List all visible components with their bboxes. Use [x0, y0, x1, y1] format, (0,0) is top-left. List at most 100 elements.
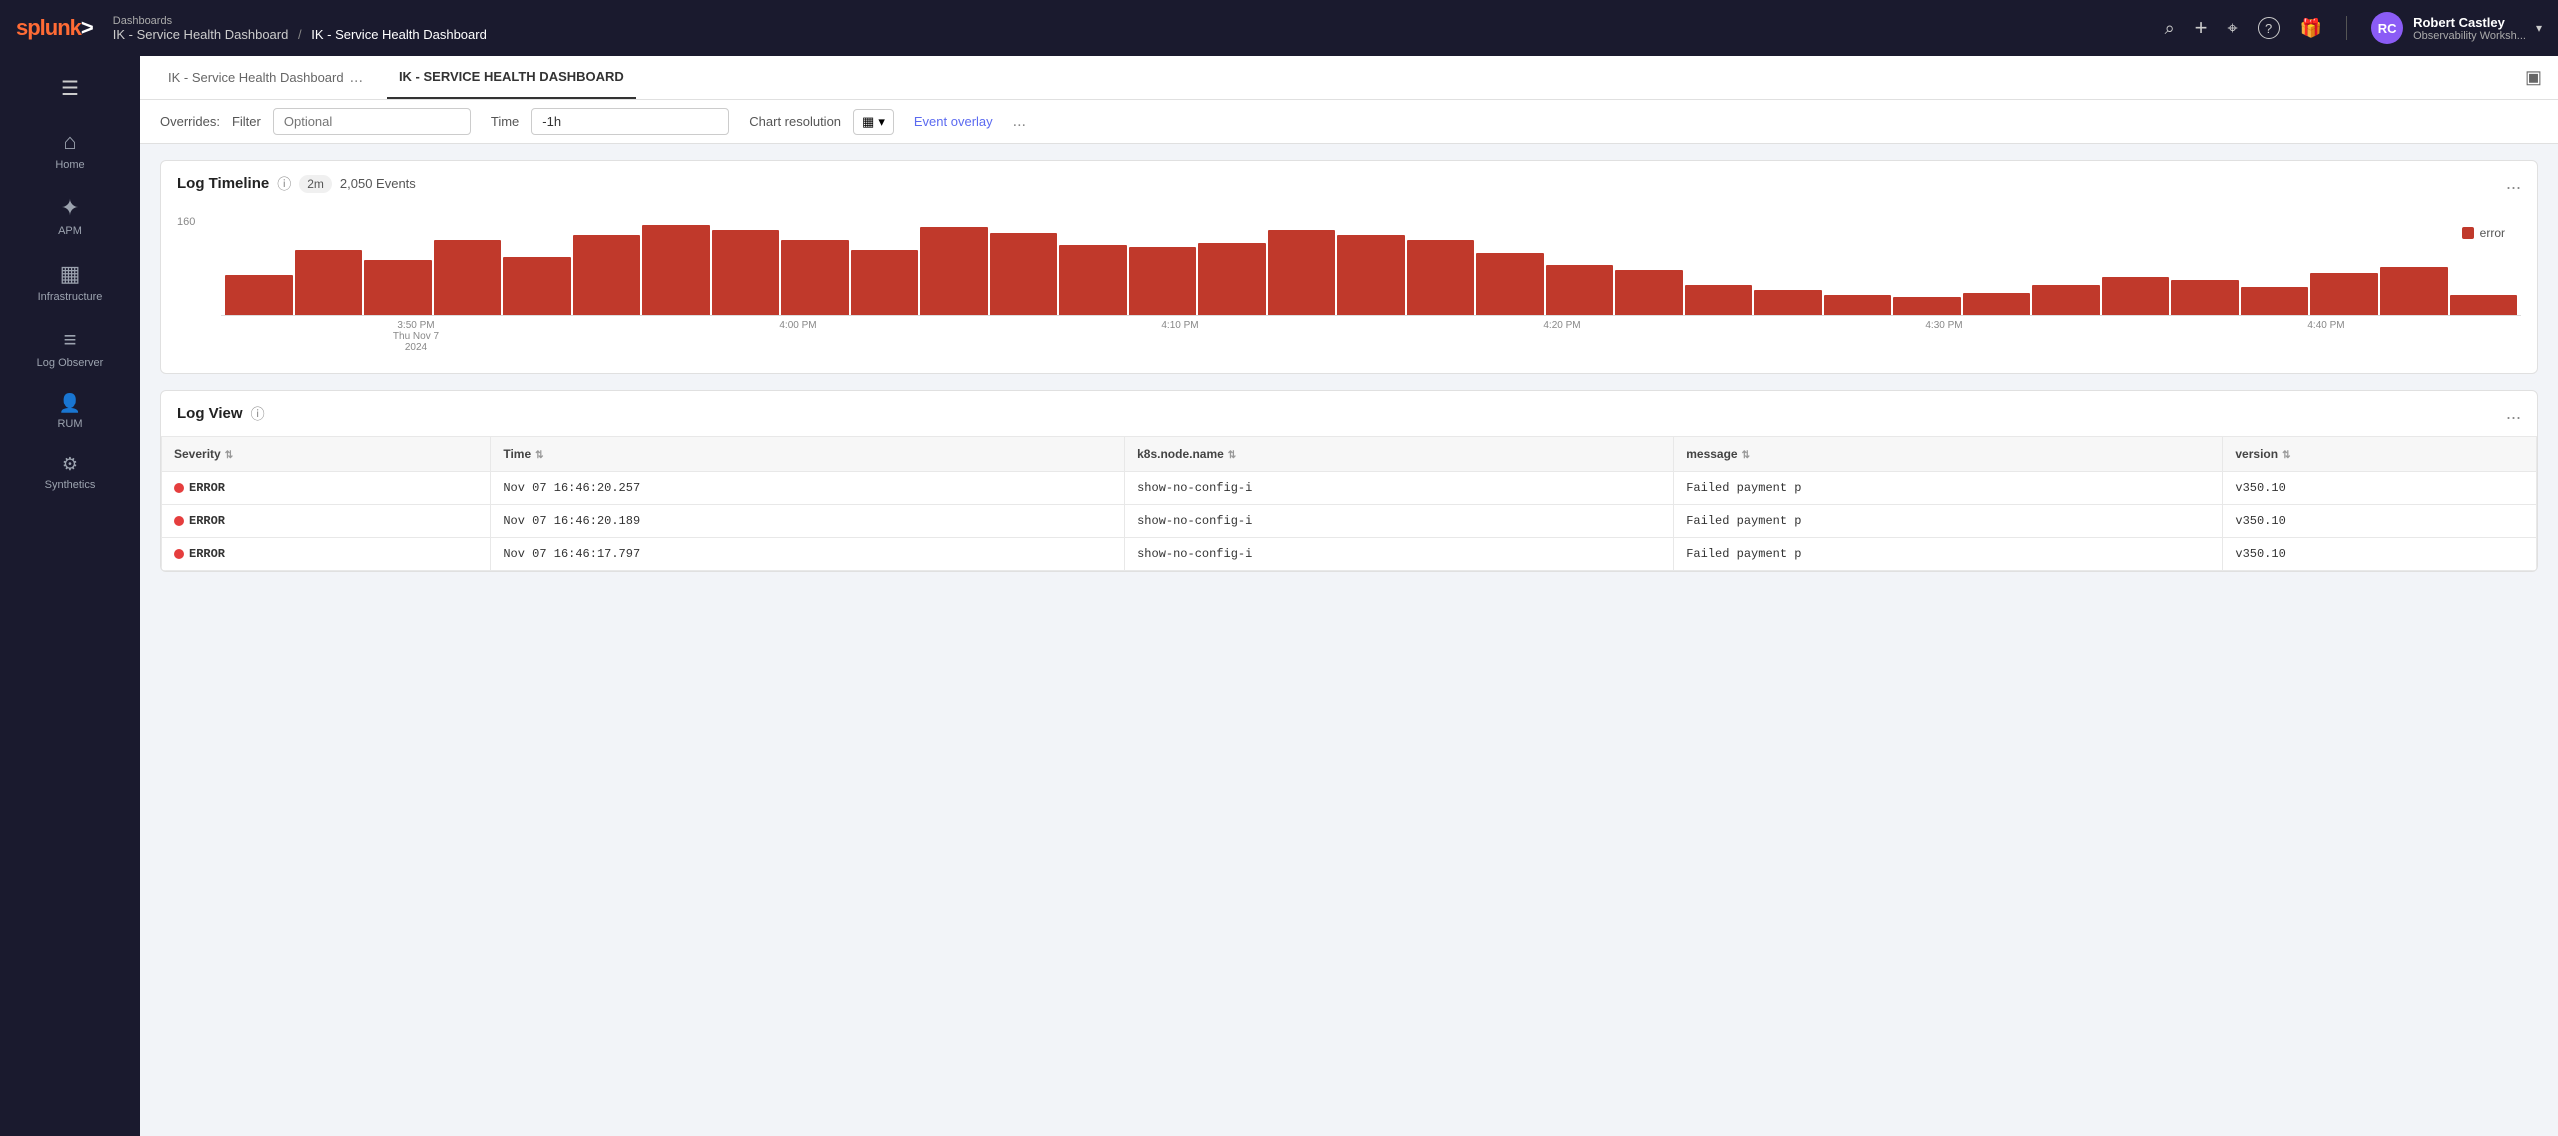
sort-icon: ⇅: [1228, 450, 1236, 461]
sidebar-toggle[interactable]: ☰: [0, 68, 140, 109]
infrastructure-icon: ▦: [60, 261, 81, 287]
log-view-panel: Log View ⓘ ... Severity⇅Time⇅k8s.node.na…: [160, 390, 2538, 572]
bar: [2450, 295, 2518, 315]
gift-icon[interactable]: 🎁: [2300, 18, 2322, 39]
bar: [364, 260, 432, 315]
log-view-more-button[interactable]: ...: [2506, 403, 2521, 424]
bar: [2032, 285, 2100, 315]
table-cell-severity: ERROR: [162, 538, 491, 571]
sidebar-item-log-observer[interactable]: ≡ Log Observer: [0, 315, 140, 381]
help-icon[interactable]: ?: [2258, 17, 2280, 39]
tab-dashboard-title[interactable]: IK - SERVICE HEALTH DASHBOARD: [387, 56, 636, 99]
breadcrumb-separator: /: [298, 27, 302, 42]
user-org: Observability Worksh...: [2413, 30, 2526, 42]
table-cell-time: Nov 07 16:46:20.257: [491, 472, 1125, 505]
tab-bar-right: ▣: [2525, 67, 2542, 88]
sidebar-item-home-label: Home: [55, 159, 84, 171]
user-area[interactable]: RC Robert Castley Observability Worksh..…: [2371, 12, 2542, 44]
overrides-label: Overrides:: [160, 114, 220, 129]
table-header-severity[interactable]: Severity⇅: [162, 437, 491, 472]
table-header-k8s_node_name[interactable]: k8s.node.name⇅: [1125, 437, 1674, 472]
time-input[interactable]: [531, 108, 729, 135]
table-row[interactable]: ERRORNov 07 16:46:20.257show-no-config-i…: [162, 472, 2537, 505]
bar: [295, 250, 363, 315]
log-view-info-icon[interactable]: ⓘ: [251, 404, 265, 424]
table-cell-message: Failed payment p: [1674, 472, 2223, 505]
table-cell-time: Nov 07 16:46:17.797: [491, 538, 1125, 571]
table-cell-message: Failed payment p: [1674, 505, 2223, 538]
sidebar-item-synthetics[interactable]: ⚙ Synthetics: [0, 442, 140, 503]
x-tick-label: 3:50 PM Thu Nov 7 2024: [225, 320, 607, 353]
hamburger-icon: ☰: [61, 76, 79, 101]
bar: [2380, 267, 2448, 315]
log-timeline-panel: Log Timeline ⓘ 2m 2,050 Events ... 160 e…: [160, 160, 2538, 374]
bar: [920, 227, 988, 315]
legend-error-label: error: [2480, 226, 2505, 240]
time-label: Time: [491, 114, 519, 129]
table-cell-message: Failed payment p: [1674, 538, 2223, 571]
log-table: Severity⇅Time⇅k8s.node.name⇅message⇅vers…: [161, 436, 2537, 571]
sidebar-item-apm-label: APM: [58, 225, 82, 237]
chart-wrapper: 160 error 3:50 PM Thu Nov 7 20244:00 PM4…: [177, 216, 2521, 353]
main-container: ☰ ⌂ Home ✦ APM ▦ Infrastructure ≡ Log Ob…: [0, 56, 2558, 1136]
sidebar: ☰ ⌂ Home ✦ APM ▦ Infrastructure ≡ Log Ob…: [0, 56, 140, 1136]
rum-icon: 👤: [59, 393, 81, 414]
bar-chart: [221, 216, 2521, 316]
bar: [1337, 235, 1405, 315]
bar: [1615, 270, 1683, 315]
override-bar: Overrides: Filter Time Chart resolution …: [140, 100, 2558, 144]
table-cell-severity: ERROR: [162, 472, 491, 505]
tab-dashboard-name[interactable]: IK - Service Health Dashboard ...: [156, 56, 387, 99]
breadcrumb: Dashboards IK - Service Health Dashboard…: [113, 15, 2165, 42]
log-table-header: Severity⇅Time⇅k8s.node.name⇅message⇅vers…: [162, 437, 2537, 472]
splunk-logo: splunk>: [16, 15, 93, 41]
table-cell-version: v350.10: [2223, 538, 2537, 571]
breadcrumb-parent[interactable]: IK - Service Health Dashboard: [113, 27, 289, 42]
tab-dashboard-name-label: IK - Service Health Dashboard: [168, 70, 344, 85]
add-icon[interactable]: +: [2195, 15, 2208, 41]
bar: [851, 250, 919, 315]
sidebar-item-rum[interactable]: 👤 RUM: [0, 381, 140, 442]
bar: [503, 257, 571, 315]
sidebar-item-rum-label: RUM: [57, 418, 82, 430]
table-header-version[interactable]: version⇅: [2223, 437, 2537, 472]
legend-error-icon: [2462, 227, 2474, 239]
x-tick-label: 4:10 PM: [989, 320, 1371, 353]
filter-input[interactable]: [273, 108, 471, 135]
sidebar-item-infrastructure-label: Infrastructure: [38, 291, 103, 303]
bar: [1407, 240, 1475, 315]
bar: [1268, 230, 1336, 315]
x-tick-label: 4:30 PM: [1753, 320, 2135, 353]
chart-resolution-label: Chart resolution: [749, 114, 841, 129]
nav-divider: [2346, 16, 2347, 40]
bar: [2310, 273, 2378, 315]
log-view-header: Log View ⓘ ...: [161, 391, 2537, 436]
error-dot: [174, 483, 184, 493]
sidebar-item-log-observer-label: Log Observer: [37, 357, 104, 369]
bar: [1198, 243, 1266, 315]
avatar: RC: [2371, 12, 2403, 44]
bookmark-icon[interactable]: ⌖: [2228, 18, 2238, 39]
event-overlay-button[interactable]: Event overlay: [914, 114, 993, 129]
search-icon[interactable]: ⌕: [2165, 18, 2175, 39]
chart-resolution-button[interactable]: ▦ ▾: [853, 109, 894, 135]
bar: [1546, 265, 1614, 315]
log-timeline-more-button[interactable]: ...: [2506, 173, 2521, 194]
table-header-time[interactable]: Time⇅: [491, 437, 1125, 472]
layout-icon[interactable]: ▣: [2525, 67, 2542, 88]
user-name: Robert Castley: [2413, 15, 2526, 30]
sidebar-item-home[interactable]: ⌂ Home: [0, 117, 140, 183]
log-timeline-info-icon[interactable]: ⓘ: [277, 174, 291, 194]
sidebar-item-apm[interactable]: ✦ APM: [0, 183, 140, 249]
sidebar-item-infrastructure[interactable]: ▦ Infrastructure: [0, 249, 140, 315]
bar: [990, 233, 1058, 315]
table-row[interactable]: ERRORNov 07 16:46:17.797show-no-config-i…: [162, 538, 2537, 571]
bar: [434, 240, 502, 315]
sort-icon: ⇅: [225, 450, 233, 461]
table-row[interactable]: ERRORNov 07 16:46:20.189show-no-config-i…: [162, 505, 2537, 538]
tab-dots[interactable]: ...: [350, 69, 363, 87]
override-more-button[interactable]: ...: [1013, 113, 1026, 131]
table-header-message[interactable]: message⇅: [1674, 437, 2223, 472]
error-dot: [174, 549, 184, 559]
bar: [1129, 247, 1197, 315]
